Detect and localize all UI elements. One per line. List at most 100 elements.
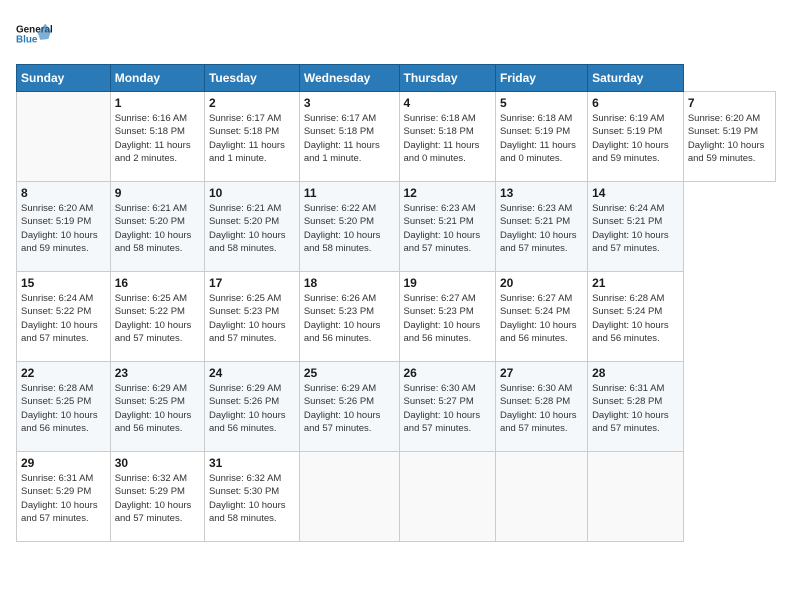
day-info: Sunrise: 6:16 AM Sunset: 5:18 PM Dayligh… — [115, 112, 200, 165]
day-number: 12 — [404, 186, 491, 200]
day-info: Sunrise: 6:22 AM Sunset: 5:20 PM Dayligh… — [304, 202, 395, 255]
day-info: Sunrise: 6:25 AM Sunset: 5:23 PM Dayligh… — [209, 292, 295, 345]
svg-text:Blue: Blue — [16, 35, 38, 46]
calendar-day-cell: 20 Sunrise: 6:27 AM Sunset: 5:24 PM Dayli… — [495, 272, 587, 362]
calendar-day-cell — [299, 452, 399, 542]
day-of-week-header: Sunday — [17, 65, 111, 92]
day-number: 30 — [115, 456, 200, 470]
day-number: 11 — [304, 186, 395, 200]
calendar-day-cell: 14 Sunrise: 6:24 AM Sunset: 5:21 PM Dayli… — [588, 182, 684, 272]
calendar-day-cell: 11 Sunrise: 6:22 AM Sunset: 5:20 PM Dayli… — [299, 182, 399, 272]
day-number: 29 — [21, 456, 106, 470]
day-info: Sunrise: 6:21 AM Sunset: 5:20 PM Dayligh… — [115, 202, 200, 255]
calendar-week-row: 1Sunrise: 6:16 AM Sunset: 5:18 PM Daylig… — [17, 92, 776, 182]
logo: General Blue — [16, 16, 52, 52]
day-info: Sunrise: 6:32 AM Sunset: 5:29 PM Dayligh… — [115, 472, 200, 525]
day-info: Sunrise: 6:29 AM Sunset: 5:25 PM Dayligh… — [115, 382, 200, 435]
day-info: Sunrise: 6:32 AM Sunset: 5:30 PM Dayligh… — [209, 472, 295, 525]
day-number: 14 — [592, 186, 679, 200]
day-number: 2 — [209, 96, 295, 110]
calendar-day-cell: 31 Sunrise: 6:32 AM Sunset: 5:30 PM Dayli… — [204, 452, 299, 542]
calendar-week-row: 22 Sunrise: 6:28 AM Sunset: 5:25 PM Dayli… — [17, 362, 776, 452]
day-info: Sunrise: 6:24 AM Sunset: 5:21 PM Dayligh… — [592, 202, 679, 255]
day-info: Sunrise: 6:29 AM Sunset: 5:26 PM Dayligh… — [209, 382, 295, 435]
day-info: Sunrise: 6:23 AM Sunset: 5:21 PM Dayligh… — [500, 202, 583, 255]
day-info: Sunrise: 6:19 AM Sunset: 5:19 PM Dayligh… — [592, 112, 679, 165]
day-info: Sunrise: 6:17 AM Sunset: 5:18 PM Dayligh… — [304, 112, 395, 165]
day-number: 7 — [688, 96, 771, 110]
day-number: 18 — [304, 276, 395, 290]
day-number: 13 — [500, 186, 583, 200]
calendar-day-cell — [588, 452, 684, 542]
day-info: Sunrise: 6:17 AM Sunset: 5:18 PM Dayligh… — [209, 112, 295, 165]
day-info: Sunrise: 6:30 AM Sunset: 5:27 PM Dayligh… — [404, 382, 491, 435]
calendar-day-cell: 27Sunrise: 6:30 AM Sunset: 5:28 PM Dayli… — [495, 362, 587, 452]
calendar-day-cell — [495, 452, 587, 542]
day-of-week-header: Monday — [110, 65, 204, 92]
day-number: 4 — [404, 96, 491, 110]
day-number: 3 — [304, 96, 395, 110]
calendar-day-cell: 13 Sunrise: 6:23 AM Sunset: 5:21 PM Dayli… — [495, 182, 587, 272]
day-info: Sunrise: 6:31 AM Sunset: 5:28 PM Dayligh… — [592, 382, 679, 435]
day-number: 31 — [209, 456, 295, 470]
day-number: 8 — [21, 186, 106, 200]
day-number: 27 — [500, 366, 583, 380]
day-number: 26 — [404, 366, 491, 380]
day-number: 16 — [115, 276, 200, 290]
day-info: Sunrise: 6:27 AM Sunset: 5:24 PM Dayligh… — [500, 292, 583, 345]
day-info: Sunrise: 6:20 AM Sunset: 5:19 PM Dayligh… — [688, 112, 771, 165]
day-number: 6 — [592, 96, 679, 110]
calendar-day-cell: 7 Sunrise: 6:20 AM Sunset: 5:19 PM Daylig… — [683, 92, 775, 182]
day-info: Sunrise: 6:27 AM Sunset: 5:23 PM Dayligh… — [404, 292, 491, 345]
day-info: Sunrise: 6:25 AM Sunset: 5:22 PM Dayligh… — [115, 292, 200, 345]
calendar-day-cell: 22 Sunrise: 6:28 AM Sunset: 5:25 PM Dayli… — [17, 362, 111, 452]
calendar-day-cell: 10 Sunrise: 6:21 AM Sunset: 5:20 PM Dayli… — [204, 182, 299, 272]
day-number: 20 — [500, 276, 583, 290]
day-info: Sunrise: 6:31 AM Sunset: 5:29 PM Dayligh… — [21, 472, 106, 525]
calendar-week-row: 29 Sunrise: 6:31 AM Sunset: 5:29 PM Dayli… — [17, 452, 776, 542]
calendar-day-cell: 19 Sunrise: 6:27 AM Sunset: 5:23 PM Dayli… — [399, 272, 495, 362]
calendar-table: SundayMondayTuesdayWednesdayThursdayFrid… — [16, 64, 776, 542]
calendar-day-cell: 18 Sunrise: 6:26 AM Sunset: 5:23 PM Dayli… — [299, 272, 399, 362]
day-of-week-header: Tuesday — [204, 65, 299, 92]
day-number: 17 — [209, 276, 295, 290]
day-of-week-header: Friday — [495, 65, 587, 92]
calendar-day-cell: 3 Sunrise: 6:17 AM Sunset: 5:18 PM Daylig… — [299, 92, 399, 182]
calendar-header-row: SundayMondayTuesdayWednesdayThursdayFrid… — [17, 65, 776, 92]
calendar-day-cell: 4 Sunrise: 6:18 AM Sunset: 5:18 PM Daylig… — [399, 92, 495, 182]
day-info: Sunrise: 6:21 AM Sunset: 5:20 PM Dayligh… — [209, 202, 295, 255]
day-info: Sunrise: 6:28 AM Sunset: 5:24 PM Dayligh… — [592, 292, 679, 345]
day-info: Sunrise: 6:20 AM Sunset: 5:19 PM Dayligh… — [21, 202, 106, 255]
day-number: 15 — [21, 276, 106, 290]
calendar-day-cell: 28 Sunrise: 6:31 AM Sunset: 5:28 PM Dayli… — [588, 362, 684, 452]
day-number: 9 — [115, 186, 200, 200]
day-number: 28 — [592, 366, 679, 380]
day-of-week-header: Thursday — [399, 65, 495, 92]
day-info: Sunrise: 6:28 AM Sunset: 5:25 PM Dayligh… — [21, 382, 106, 435]
day-number: 23 — [115, 366, 200, 380]
calendar-day-cell: 2 Sunrise: 6:17 AM Sunset: 5:18 PM Daylig… — [204, 92, 299, 182]
calendar-day-cell: 23 Sunrise: 6:29 AM Sunset: 5:25 PM Dayli… — [110, 362, 204, 452]
calendar-day-cell: 6 Sunrise: 6:19 AM Sunset: 5:19 PM Daylig… — [588, 92, 684, 182]
calendar-day-cell: 12 Sunrise: 6:23 AM Sunset: 5:21 PM Dayli… — [399, 182, 495, 272]
day-info: Sunrise: 6:18 AM Sunset: 5:18 PM Dayligh… — [404, 112, 491, 165]
day-info: Sunrise: 6:24 AM Sunset: 5:22 PM Dayligh… — [21, 292, 106, 345]
calendar-day-cell: 1Sunrise: 6:16 AM Sunset: 5:18 PM Daylig… — [110, 92, 204, 182]
calendar-day-cell — [399, 452, 495, 542]
day-info: Sunrise: 6:23 AM Sunset: 5:21 PM Dayligh… — [404, 202, 491, 255]
calendar-day-cell: 9 Sunrise: 6:21 AM Sunset: 5:20 PM Daylig… — [110, 182, 204, 272]
day-number: 10 — [209, 186, 295, 200]
day-number: 22 — [21, 366, 106, 380]
page-header: General Blue — [16, 16, 776, 52]
calendar-day-cell: 25Sunrise: 6:29 AM Sunset: 5:26 PM Dayli… — [299, 362, 399, 452]
calendar-day-cell: 24 Sunrise: 6:29 AM Sunset: 5:26 PM Dayli… — [204, 362, 299, 452]
calendar-day-cell: 29 Sunrise: 6:31 AM Sunset: 5:29 PM Dayli… — [17, 452, 111, 542]
calendar-day-cell: 26 Sunrise: 6:30 AM Sunset: 5:27 PM Dayli… — [399, 362, 495, 452]
calendar-day-cell: 16 Sunrise: 6:25 AM Sunset: 5:22 PM Dayli… — [110, 272, 204, 362]
day-number: 25 — [304, 366, 395, 380]
calendar-day-cell: 15 Sunrise: 6:24 AM Sunset: 5:22 PM Dayli… — [17, 272, 111, 362]
day-number: 19 — [404, 276, 491, 290]
day-number: 24 — [209, 366, 295, 380]
day-number: 5 — [500, 96, 583, 110]
day-info: Sunrise: 6:26 AM Sunset: 5:23 PM Dayligh… — [304, 292, 395, 345]
